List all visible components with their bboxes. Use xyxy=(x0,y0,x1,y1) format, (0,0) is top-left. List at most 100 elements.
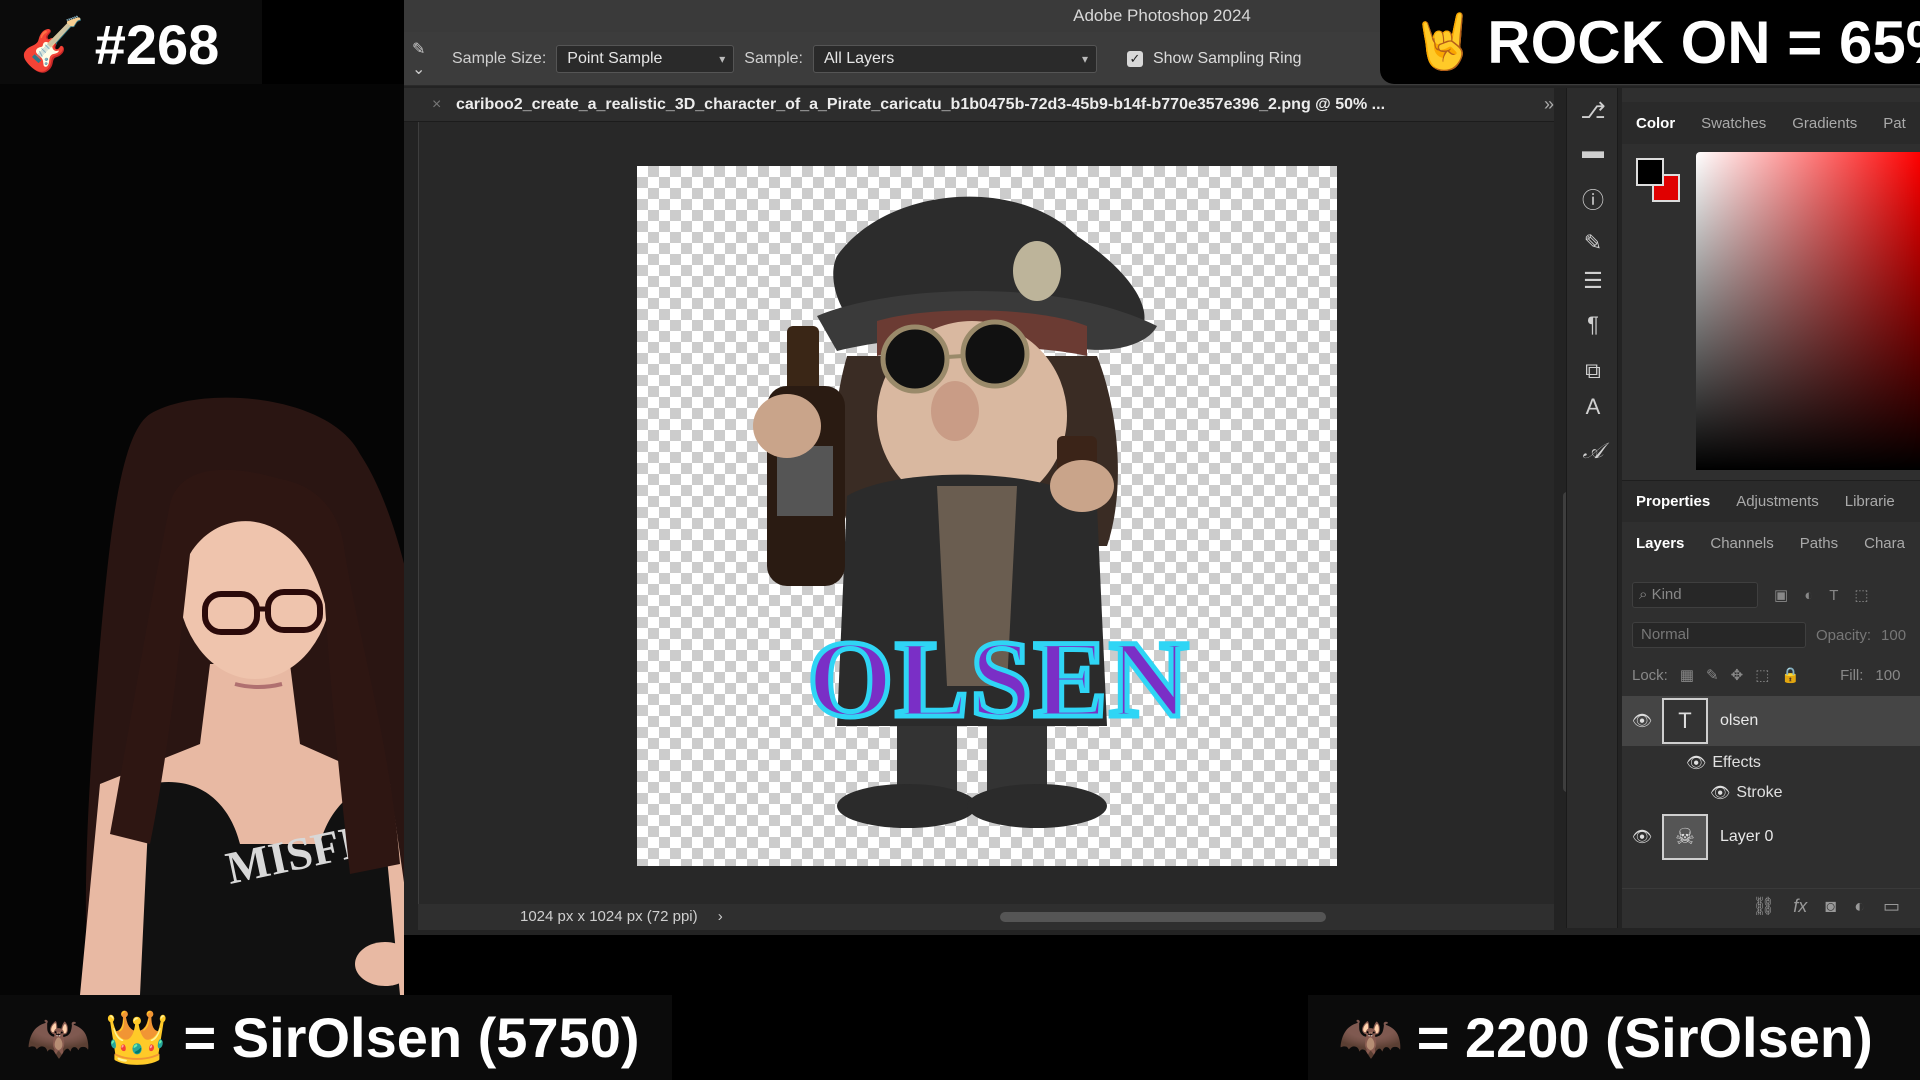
tool-preset-icon[interactable]: ✎ ⌄ xyxy=(412,39,442,79)
tab-patterns[interactable]: Pat xyxy=(1883,115,1906,132)
lock-all-icon[interactable]: 🔒 xyxy=(1781,666,1800,684)
sample-label: Sample: xyxy=(744,49,803,67)
link-icon[interactable]: ⛓ xyxy=(1752,896,1775,917)
blend-row: Normal Opacity: 100 xyxy=(1632,620,1920,650)
history-icon[interactable]: ⎇ xyxy=(1567,96,1619,126)
show-sampling-ring-label: Show Sampling Ring xyxy=(1152,49,1302,67)
tab-layers[interactable]: Layers xyxy=(1636,535,1684,552)
fill-label: Fill: xyxy=(1840,666,1864,684)
layer-row-layer-0[interactable]: 👁 ☠ Layer 0 xyxy=(1622,812,1920,862)
document-dimensions: 1024 px x 1024 px (72 ppi) xyxy=(520,908,698,925)
stream-frame: MISFI Adobe Photoshop 2024 ✎ ⌄ Sample Si… xyxy=(0,0,1920,1080)
document-title: cariboo2_create_a_realistic_3D_character… xyxy=(456,96,1386,113)
lock-label: Lock: xyxy=(1632,666,1668,684)
adjustment-layer-icon[interactable]: ◐ xyxy=(1854,896,1865,917)
character-styles-icon[interactable]: A xyxy=(1567,392,1619,422)
panel-collapse-icon[interactable]: » xyxy=(1544,94,1554,115)
tab-color[interactable]: Color xyxy=(1636,115,1675,132)
chevron-right-icon[interactable]: › xyxy=(718,908,723,925)
top-supporter-banner: 🦇 👑 = SirOlsen (5750) xyxy=(0,995,672,1080)
lock-position-icon[interactable]: ✥ xyxy=(1731,666,1744,684)
lock-artboard-icon[interactable]: ⬚ xyxy=(1755,666,1769,684)
stroke-effect-row[interactable]: 👁 Stroke xyxy=(1622,778,1920,808)
effects-label: Effects xyxy=(1712,754,1761,771)
latest-supporter-banner: 🦇 = 2200 (SirOlsen) xyxy=(1308,995,1920,1080)
effects-row[interactable]: 👁 Effects xyxy=(1622,748,1920,778)
comment-icon[interactable]: ▬ xyxy=(1567,136,1619,166)
foreground-color-swatch[interactable] xyxy=(1636,158,1664,186)
fx-icon[interactable]: fx xyxy=(1793,896,1807,917)
layer-row-olsen[interactable]: 👁 T olsen xyxy=(1622,696,1920,746)
shape-filter-icon[interactable]: ⬚ xyxy=(1854,586,1868,604)
brush-settings-icon[interactable]: ✎ xyxy=(1567,228,1619,258)
tab-gradients[interactable]: Gradients xyxy=(1792,115,1857,132)
stroke-label: Stroke xyxy=(1736,784,1783,801)
show-sampling-ring-checkbox[interactable]: ✓ xyxy=(1126,50,1143,67)
eye-icon[interactable]: 👁 xyxy=(1686,753,1706,773)
layers-panel-tabs: Layers Channels Paths Chara xyxy=(1622,522,1920,564)
clone-source-icon[interactable]: ⧉ xyxy=(1567,356,1619,386)
stream-counter: 🎸 #268 xyxy=(0,0,262,84)
blend-mode-value: Normal xyxy=(1641,626,1690,643)
rock-hand-icon: 🤘 xyxy=(1410,11,1478,72)
layers-footer: ⛓ fx ◙ ◐ ▭ xyxy=(1622,888,1920,924)
tab-channels[interactable]: Channels xyxy=(1710,535,1773,552)
type-filter-icon[interactable]: T xyxy=(1829,587,1838,604)
document-tab[interactable]: × cariboo2_create_a_realistic_3D_charact… xyxy=(404,88,1554,122)
eye-icon[interactable]: 👁 xyxy=(1622,827,1662,847)
horizontal-scrollbar[interactable] xyxy=(1000,912,1326,922)
sample-size-value: Point Sample xyxy=(567,49,663,67)
adjustment-filter-icon[interactable]: ◐ xyxy=(1804,587,1813,604)
kind-placeholder: Kind xyxy=(1651,586,1682,603)
sample-value: All Layers xyxy=(823,49,895,67)
crown-icon: 👑 xyxy=(104,1009,170,1067)
tab-paths[interactable]: Paths xyxy=(1800,535,1838,552)
right-panels: Color Swatches Gradients Pat Properties … xyxy=(1622,88,1920,928)
rock-on-meter: 🤘 ROCK ON = 65% xyxy=(1380,0,1920,84)
lock-pixels-icon[interactable]: ✎ xyxy=(1706,666,1719,684)
latest-supporter-text: = 2200 (SirOlsen) xyxy=(1416,1006,1873,1069)
chevron-down-icon: ▾ xyxy=(719,51,726,66)
pirate-artwork: OLSEN xyxy=(753,196,1191,828)
info-icon[interactable]: ⓘ xyxy=(1567,186,1619,216)
rock-on-text: ROCK ON = 65% xyxy=(1487,8,1920,76)
eye-icon[interactable]: 👁 xyxy=(1622,711,1662,731)
text-layer-thumbnail: T xyxy=(1662,698,1708,744)
eye-icon[interactable]: 👁 xyxy=(1710,783,1730,803)
paragraph-icon[interactable]: ¶ xyxy=(1567,310,1619,340)
tab-libraries[interactable]: Librarie xyxy=(1845,493,1895,510)
layer-filter-row: ⌕ Kind ▣ ◐ T ⬚ xyxy=(1632,580,1920,610)
document-canvas[interactable]: OLSEN xyxy=(637,166,1337,866)
canvas-area[interactable]: OLSEN xyxy=(418,122,1571,904)
sample-select[interactable]: All Layers ▾ xyxy=(812,44,1097,73)
layer-name[interactable]: olsen xyxy=(1720,712,1758,730)
guitar-icon: 🎸 xyxy=(20,15,85,74)
tab-properties[interactable]: Properties xyxy=(1636,493,1710,510)
panel-toolstrip: ⎇ ▬ ⓘ ✎ ☰ ¶ ⧉ A 𝒜 xyxy=(1566,88,1618,928)
image-filter-icon[interactable]: ▣ xyxy=(1774,586,1788,604)
image-layer-thumbnail: ☠ xyxy=(1662,814,1708,860)
lock-transparent-icon[interactable]: ▦ xyxy=(1680,666,1694,684)
layer-kind-filter[interactable]: ⌕ Kind xyxy=(1632,582,1758,608)
blend-mode-select[interactable]: Normal xyxy=(1632,622,1806,648)
status-bar: 1024 px x 1024 px (72 ppi) › xyxy=(418,904,1554,930)
opacity-value[interactable]: 100 xyxy=(1881,627,1906,644)
properties-panel-tabs: Properties Adjustments Librarie xyxy=(1622,480,1920,522)
fill-value[interactable]: 100 xyxy=(1875,667,1900,684)
tab-swatches[interactable]: Swatches xyxy=(1701,115,1766,132)
canvas-text-olsen: OLSEN xyxy=(808,618,1191,740)
layer-name[interactable]: Layer 0 xyxy=(1720,828,1773,846)
color-picker-field[interactable] xyxy=(1696,152,1920,470)
tab-adjustments[interactable]: Adjustments xyxy=(1736,493,1819,510)
adjust-sliders-icon[interactable]: ☰ xyxy=(1567,266,1619,296)
mask-icon[interactable]: ◙ xyxy=(1825,896,1836,917)
sample-size-select[interactable]: Point Sample ▾ xyxy=(556,44,735,73)
photoshop-window: Adobe Photoshop 2024 ✎ ⌄ Sample Size: Po… xyxy=(404,0,1920,935)
close-icon[interactable]: × xyxy=(432,88,441,121)
tab-character[interactable]: Chara xyxy=(1864,535,1905,552)
chevron-down-icon: ▾ xyxy=(1081,51,1088,66)
folder-icon[interactable]: ▭ xyxy=(1883,896,1900,917)
opacity-label: Opacity: xyxy=(1816,626,1872,644)
glyphs-icon[interactable]: 𝒜 xyxy=(1567,436,1619,466)
color-panel-tabs: Color Swatches Gradients Pat xyxy=(1622,102,1920,144)
